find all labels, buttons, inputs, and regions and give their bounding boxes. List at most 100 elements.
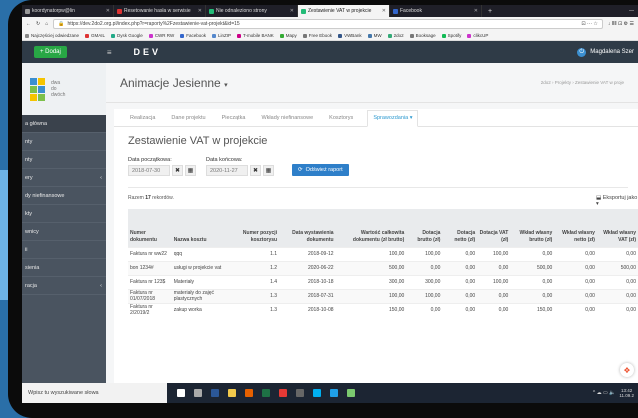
menu-icon[interactable]: ≡: [107, 48, 112, 57]
table-header[interactable]: Wkład własny netto (zł): [554, 209, 597, 247]
clear-icon[interactable]: ✖: [172, 165, 183, 176]
sidebar-item[interactable]: sienia: [22, 259, 106, 277]
toolbar-icons[interactable]: ↓ ⅡⅡ ⊡ ⚙ ☰: [608, 21, 634, 27]
table-cell: 0,00: [442, 260, 478, 275]
sidebar-item[interactable]: dy niefinansowe: [22, 187, 106, 205]
home-icon[interactable]: ⌂: [45, 21, 48, 27]
close-icon[interactable]: ✕: [382, 8, 386, 14]
tray-icons[interactable]: ^ ☁ ▭ 🔈: [593, 390, 615, 396]
bookmark-item[interactable]: Booksage: [409, 33, 436, 38]
clock[interactable]: 13:42 11.09.2: [619, 388, 634, 398]
edge-icon[interactable]: [330, 389, 338, 397]
bookmark-item[interactable]: VWBank: [338, 33, 362, 38]
table-header[interactable]: Dotacja brutto (zł): [406, 209, 443, 247]
taskbar-search[interactable]: Wpisz tu wyszukiwane słowa: [22, 383, 167, 403]
task-view-icon[interactable]: [194, 389, 202, 397]
bookmark-item[interactable]: Dysk Google: [111, 33, 143, 38]
table-header[interactable]: Data wystawienia dokumentu: [279, 209, 336, 247]
close-icon[interactable]: ✕: [290, 8, 294, 14]
sidebar-item[interactable]: a główna: [22, 115, 106, 133]
table-row[interactable]: bon 1234# usługi w projekcie vat 1.2 2020-0…: [128, 260, 638, 275]
user-menu[interactable]: ⏻ Magdalena Szer: [577, 47, 634, 57]
sidebar-item[interactable]: ery ‹: [22, 169, 106, 187]
close-icon[interactable]: ✕: [474, 8, 478, 14]
close-icon[interactable]: ✕: [198, 8, 202, 14]
new-tab-button[interactable]: +: [482, 8, 498, 15]
project-tab[interactable]: Realizacja: [128, 115, 157, 126]
start-date-input[interactable]: 2018-07-30: [128, 165, 170, 176]
table-row[interactable]: Faktura nr ww22 qqq 1.1 2018-09-12 100,00 100…: [128, 246, 638, 261]
browser-tab[interactable]: Nie odnaleziono strony ✕: [206, 5, 298, 17]
project-tab[interactable]: Dane projektu: [169, 115, 207, 126]
file-explorer-icon[interactable]: [228, 389, 236, 397]
table-row[interactable]: Faktura nr 2/2019/2 zakup worka 1.3 2018-10…: [128, 302, 638, 317]
close-icon[interactable]: ✕: [106, 8, 110, 14]
table-header[interactable]: Nazwa kosztu: [171, 209, 229, 247]
bookmark-label: LinZIP: [218, 33, 232, 38]
minimize-button[interactable]: —: [629, 8, 638, 14]
reload-icon[interactable]: ↻: [36, 21, 40, 27]
table-header[interactable]: Wartość całkowita dokumentu (zł brutto): [335, 209, 407, 247]
page-header: Animacje Jesienne ▾ 2do2 › Projekty › Ze…: [106, 63, 638, 103]
calendar-icon[interactable]: ▦: [185, 165, 196, 176]
chrome-icon[interactable]: [279, 389, 287, 397]
table-header[interactable]: Numer pozycji kosztorysu: [228, 209, 280, 247]
table-row[interactable]: Faktura nr 123$ Materiały 1.4 2018-10-18 300…: [128, 274, 638, 289]
bookmark-item[interactable]: Najczęściej odwiedzane: [25, 33, 79, 38]
paint-icon[interactable]: [347, 389, 355, 397]
bookmark-item[interactable]: Spotify: [441, 33, 461, 38]
calendar-icon[interactable]: ▦: [263, 165, 274, 176]
page-title[interactable]: Animacje Jesienne ▾: [120, 76, 228, 90]
browser-tab[interactable]: Facebook ✕: [390, 5, 482, 17]
table-header[interactable]: Dotacja VAT (zł): [477, 209, 511, 247]
table-header[interactable]: Wkład własny VAT (zł): [596, 209, 638, 247]
bookmark-item[interactable]: Mapy: [279, 33, 297, 38]
sidebar-item[interactable]: racja ‹: [22, 277, 106, 295]
add-button[interactable]: + Dodaj: [34, 46, 67, 58]
browser-tab[interactable]: Resetowanie hasła w serwisie ✕: [114, 5, 206, 17]
sidebar-item[interactable]: wnicy: [22, 223, 106, 241]
export-button[interactable]: ⬓ Eksportuj jako ▾: [596, 195, 638, 207]
breadcrumb[interactable]: 2do2 › Projekty › Zestawienie VAT w proj…: [541, 80, 624, 85]
page-actions[interactable]: ⊡ ··· ☆: [581, 21, 597, 27]
address-bar[interactable]: 🔒 https://dev.2do2.org.pl/index.php?r=ra…: [53, 19, 603, 29]
bookmark-item[interactable]: clikcUP: [467, 33, 488, 38]
bookmark-item[interactable]: LinZIP: [212, 33, 231, 38]
bookmark-label: Booksage: [415, 33, 436, 38]
sidebar-item[interactable]: nty: [22, 151, 106, 169]
bookmark-item[interactable]: CWR RW: [148, 33, 174, 38]
sidebar-item[interactable]: ii: [22, 241, 106, 259]
end-date-input[interactable]: 2020-11-27: [206, 165, 248, 176]
bookmark-item[interactable]: MW: [367, 33, 382, 38]
windows-start-icon[interactable]: [177, 389, 185, 397]
project-tab[interactable]: Pieczątka: [220, 115, 248, 126]
bookmark-item[interactable]: Free Ebook: [302, 33, 332, 38]
bookmark-icon: [367, 33, 372, 38]
firefox-icon[interactable]: [245, 389, 253, 397]
power-icon[interactable]: ⏻: [577, 47, 587, 57]
table-cell: 0,00: [442, 288, 478, 303]
bookmark-item[interactable]: T-mobile BANK: [237, 33, 274, 38]
browser-tab[interactable]: koordynatorpw@lin ✕: [22, 5, 114, 17]
clear-icon[interactable]: ✖: [250, 165, 261, 176]
chat-widget-icon[interactable]: ❖: [620, 363, 634, 377]
table-header[interactable]: Dotacja netto (zł): [442, 209, 478, 247]
refresh-report-button[interactable]: ⟳ Odśwież raport: [292, 164, 349, 176]
bookmark-item[interactable]: GMAIL: [85, 33, 105, 38]
sidebar-item[interactable]: nty: [22, 133, 106, 151]
project-tab[interactable]: Sprawozdania ▾: [367, 110, 419, 127]
table-header[interactable]: Wkład własny brutto (zł): [510, 209, 555, 247]
table-row[interactable]: Faktura nr 01/07/2018 materiały do zajęć …: [128, 288, 638, 303]
calculator-icon[interactable]: [296, 389, 304, 397]
back-icon[interactable]: ←: [26, 21, 31, 27]
excel-icon[interactable]: [262, 389, 270, 397]
bookmark-item[interactable]: Facebook: [180, 33, 206, 38]
project-tab[interactable]: Wkłady niefinansowe: [259, 115, 315, 126]
word-icon[interactable]: [211, 389, 219, 397]
sidebar-item[interactable]: kty: [22, 205, 106, 223]
bookmark-item[interactable]: 2do2: [387, 33, 404, 38]
project-tab[interactable]: Kosztorys: [327, 115, 355, 126]
skype-icon[interactable]: [313, 389, 321, 397]
table-header[interactable]: Numer dokumentu: [128, 209, 172, 247]
browser-tab-active[interactable]: Zestawienie VAT w projekcie ✕: [298, 5, 390, 17]
